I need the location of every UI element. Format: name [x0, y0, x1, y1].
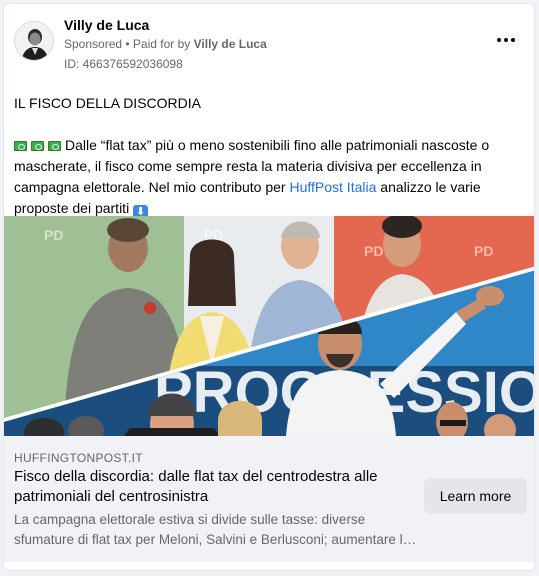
paid-for-name[interactable]: Villy de Luca: [194, 37, 267, 51]
money-icon: [31, 141, 44, 151]
more-dot: [511, 38, 515, 42]
author-name[interactable]: Villy de Luca: [64, 17, 149, 33]
backdrop-logo: PD: [474, 243, 493, 259]
avatar-image: [15, 22, 53, 60]
sponsored-label: Sponsored: [64, 37, 123, 51]
learn-more-button[interactable]: Learn more: [424, 478, 527, 514]
ad-post-card: Villy de Luca Sponsored • Paid for by Vi…: [3, 3, 535, 571]
post-header: Villy de Luca Sponsored • Paid for by Vi…: [4, 4, 534, 84]
backdrop-logo: PD: [44, 227, 63, 243]
avatar[interactable]: [14, 21, 54, 61]
post-title: IL FISCO DELLA DISCORDIA: [14, 95, 201, 111]
post-text: IL FISCO DELLA DISCORDIA Dalle “flat tax…: [14, 93, 526, 220]
more-options-button[interactable]: [492, 30, 520, 50]
more-dot: [504, 38, 508, 42]
huffpost-link[interactable]: HuffPost Italia: [289, 179, 376, 195]
link-domain: HUFFINGTONPOST.IT: [14, 451, 143, 465]
money-icon: [14, 141, 27, 151]
link-preview[interactable]: HUFFINGTONPOST.IT Fisco della discordia:…: [4, 436, 534, 562]
article-photo: PD PD PD PD: [4, 216, 534, 436]
article-image[interactable]: PD PD PD PD: [4, 216, 534, 436]
link-title[interactable]: Fisco della discordia: dalle flat tax de…: [14, 467, 414, 507]
backdrop-logo: PD: [364, 243, 383, 259]
sponsored-line: Sponsored • Paid for by Villy de Luca: [64, 37, 267, 51]
paid-for-prefix: • Paid for by: [122, 37, 194, 51]
money-icon: [48, 141, 61, 151]
post-paragraph: Dalle “flat tax” più o meno sostenibili …: [14, 135, 526, 220]
ad-id: ID: 466376592036098: [64, 57, 183, 71]
more-horizontal-icon: [497, 38, 501, 42]
link-description: La campagna elettorale estiva si divide …: [14, 512, 411, 547]
